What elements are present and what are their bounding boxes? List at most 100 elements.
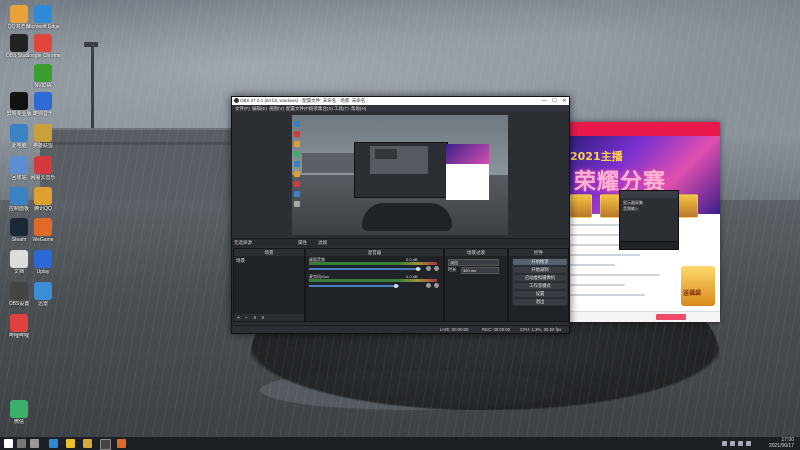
app-icon [34, 156, 52, 174]
live-banner-subtitle: 2021主播 [570, 150, 623, 163]
chat-line [570, 254, 640, 256]
app-icon [34, 34, 52, 52]
floating-panel-toolbar [620, 241, 678, 249]
filters-button[interactable]: 滤镜 [318, 240, 327, 246]
preview-desktop-icon [294, 151, 300, 157]
desktop-icon-label: NVIDIA [34, 83, 52, 89]
studio-mode-button[interactable]: 工作室模式 [512, 282, 568, 290]
rec-timer: REC: 00:00:00 [482, 327, 511, 332]
task-view-icon[interactable] [30, 439, 39, 448]
desktop-icon[interactable]: 哔哩哔哩 [1, 314, 37, 339]
obs-menubar: 文件(F) 编辑(E) 视图(V) 配置文件(P) 场景集合(S) 工具(T) … [232, 105, 569, 112]
preview-desktop-icon [294, 121, 300, 127]
network-icon[interactable] [730, 441, 735, 446]
menu-help[interactable]: 帮助(H) [351, 106, 366, 112]
start-streaming-button[interactable]: 开始推流 [512, 258, 568, 266]
mixer-volume-slider[interactable] [309, 285, 399, 287]
source-toolbar: 无选择源 属性 滤镜 [232, 238, 569, 247]
menu-file[interactable]: 文件(F) [235, 106, 250, 112]
obs-preview-canvas[interactable] [292, 115, 508, 235]
desktop-icon[interactable]: Google Chrome [25, 34, 61, 59]
scene-list-item[interactable]: 场景 [236, 258, 245, 264]
menu-profile[interactable]: 配置文件(P) [286, 106, 310, 112]
menu-scene-collection[interactable]: 场景集合(S) [309, 106, 333, 112]
desktop-icon[interactable]: 网易云音乐 [25, 156, 61, 181]
mixer-volume-slider[interactable] [309, 268, 421, 270]
desktop-icon[interactable]: 腾讯QQ [25, 187, 61, 212]
desktop-icon[interactable]: 微信 [1, 400, 37, 425]
start-recording-button[interactable]: 开始录制 [512, 266, 568, 274]
desktop-icon[interactable]: Uplay [25, 250, 61, 275]
edge-taskbar-icon[interactable] [49, 439, 58, 448]
mixer-level-meter [309, 262, 437, 265]
add-scene-icon[interactable]: + [237, 315, 240, 321]
app-icon [10, 400, 28, 418]
start-virtual-camera-button[interactable]: 启动虚拟摄像机 [512, 274, 568, 282]
mixer-volume-knob[interactable] [394, 284, 398, 288]
live-thumb-3[interactable] [676, 194, 698, 218]
close-button[interactable]: ✕ [560, 98, 569, 104]
preview-desktop-icon [294, 171, 300, 177]
gear-icon[interactable] [434, 283, 439, 288]
live-timer: LIVE: 00:00:00 [440, 327, 469, 332]
preview-hangar [302, 153, 362, 173]
desktop-icon[interactable]: Microsoft Edge [25, 5, 61, 30]
live-thumb-1[interactable] [570, 194, 592, 218]
no-source-selected-label: 无选择源 [234, 240, 252, 245]
floating-sources-panel[interactable]: 显示器采集 音频输入 [619, 190, 679, 250]
desktop-icon[interactable]: 酷狗音乐 [25, 92, 61, 117]
clock-date: 2021/06/17 [768, 442, 794, 449]
desktop-icon-label: 英雄联盟 [32, 143, 53, 149]
transition-type-select[interactable]: 淡出 [448, 259, 499, 266]
desktop-icon[interactable]: WeGame [25, 218, 61, 243]
app-icon [34, 124, 52, 142]
desktop-icon-label: 腾讯QQ [34, 206, 52, 212]
app-taskbar-icon[interactable] [117, 439, 126, 448]
settings-button[interactable]: 设置 [512, 290, 568, 298]
mixer-volume-knob[interactable] [416, 267, 420, 271]
windows-taskbar: 17:00 2021/06/17 [0, 437, 800, 450]
floating-panel-title [620, 191, 678, 198]
desktop-icon-label: WeGame [32, 237, 54, 243]
desktop-icon[interactable]: NVIDIA [25, 64, 61, 89]
app-taskbar-icon[interactable] [83, 439, 92, 448]
search-icon[interactable] [17, 439, 26, 448]
obs-status-bar: LIVE: 00:00:00 REC: 00:00:00 CPU: 1.3%, … [232, 325, 569, 333]
input-method-icon[interactable] [746, 441, 751, 446]
explorer-taskbar-icon[interactable] [66, 439, 75, 448]
desktop-icon[interactable]: 迅雷 [25, 282, 61, 307]
remove-scene-icon[interactable]: − [245, 315, 248, 321]
preview-desktop-icon [294, 191, 300, 197]
tray-chevron-icon[interactable] [722, 441, 727, 446]
taskbar-clock[interactable]: 17:00 2021/06/17 [768, 437, 794, 449]
app-icon [34, 282, 52, 300]
obs-main-window[interactable]: OBS 27.0.1 (64 bit, windows) - 配置文件: 未命名… [231, 96, 570, 334]
obs-taskbar-icon[interactable] [100, 439, 111, 450]
speaker-icon[interactable] [426, 266, 431, 271]
start-menu-icon[interactable] [4, 439, 13, 448]
send-button[interactable] [656, 314, 686, 320]
chat-line [570, 284, 625, 286]
gift-box-icon[interactable]: 送福袋 [680, 265, 716, 307]
gear-icon[interactable] [434, 266, 439, 271]
properties-button[interactable]: 属性 [298, 240, 307, 246]
exit-button[interactable]: 退出 [512, 298, 568, 306]
desktop-icon-label: Uplay [36, 269, 50, 275]
move-down-icon[interactable]: ∨ [261, 315, 265, 321]
floating-source-item[interactable]: 音频输入 [623, 206, 639, 212]
minimize-button[interactable]: — [540, 98, 549, 104]
cpu-fps: CPU: 1.3%, 30.00 fps [520, 327, 562, 332]
volume-icon[interactable] [738, 441, 743, 446]
menu-tools[interactable]: 工具(T) [334, 106, 349, 112]
scenes-dock: 场景 场景 + − ∧ ∨ [233, 248, 305, 322]
maximize-button[interactable]: ☐ [550, 98, 559, 104]
move-up-icon[interactable]: ∧ [253, 315, 257, 321]
menu-edit[interactable]: 编辑(E) [252, 106, 267, 112]
menu-view[interactable]: 视图(V) [269, 106, 284, 112]
duration-input[interactable]: 300 ms [461, 267, 499, 274]
desktop-icon-label: Google Chrome [25, 53, 61, 59]
obs-window-title: OBS 27.0.1 (64 bit, windows) - 配置文件: 未命名… [240, 98, 366, 103]
scenes-dock-toolbar: + − ∧ ∨ [234, 314, 304, 321]
desktop-icon[interactable]: 英雄联盟 [25, 124, 61, 149]
speaker-icon[interactable] [426, 283, 431, 288]
